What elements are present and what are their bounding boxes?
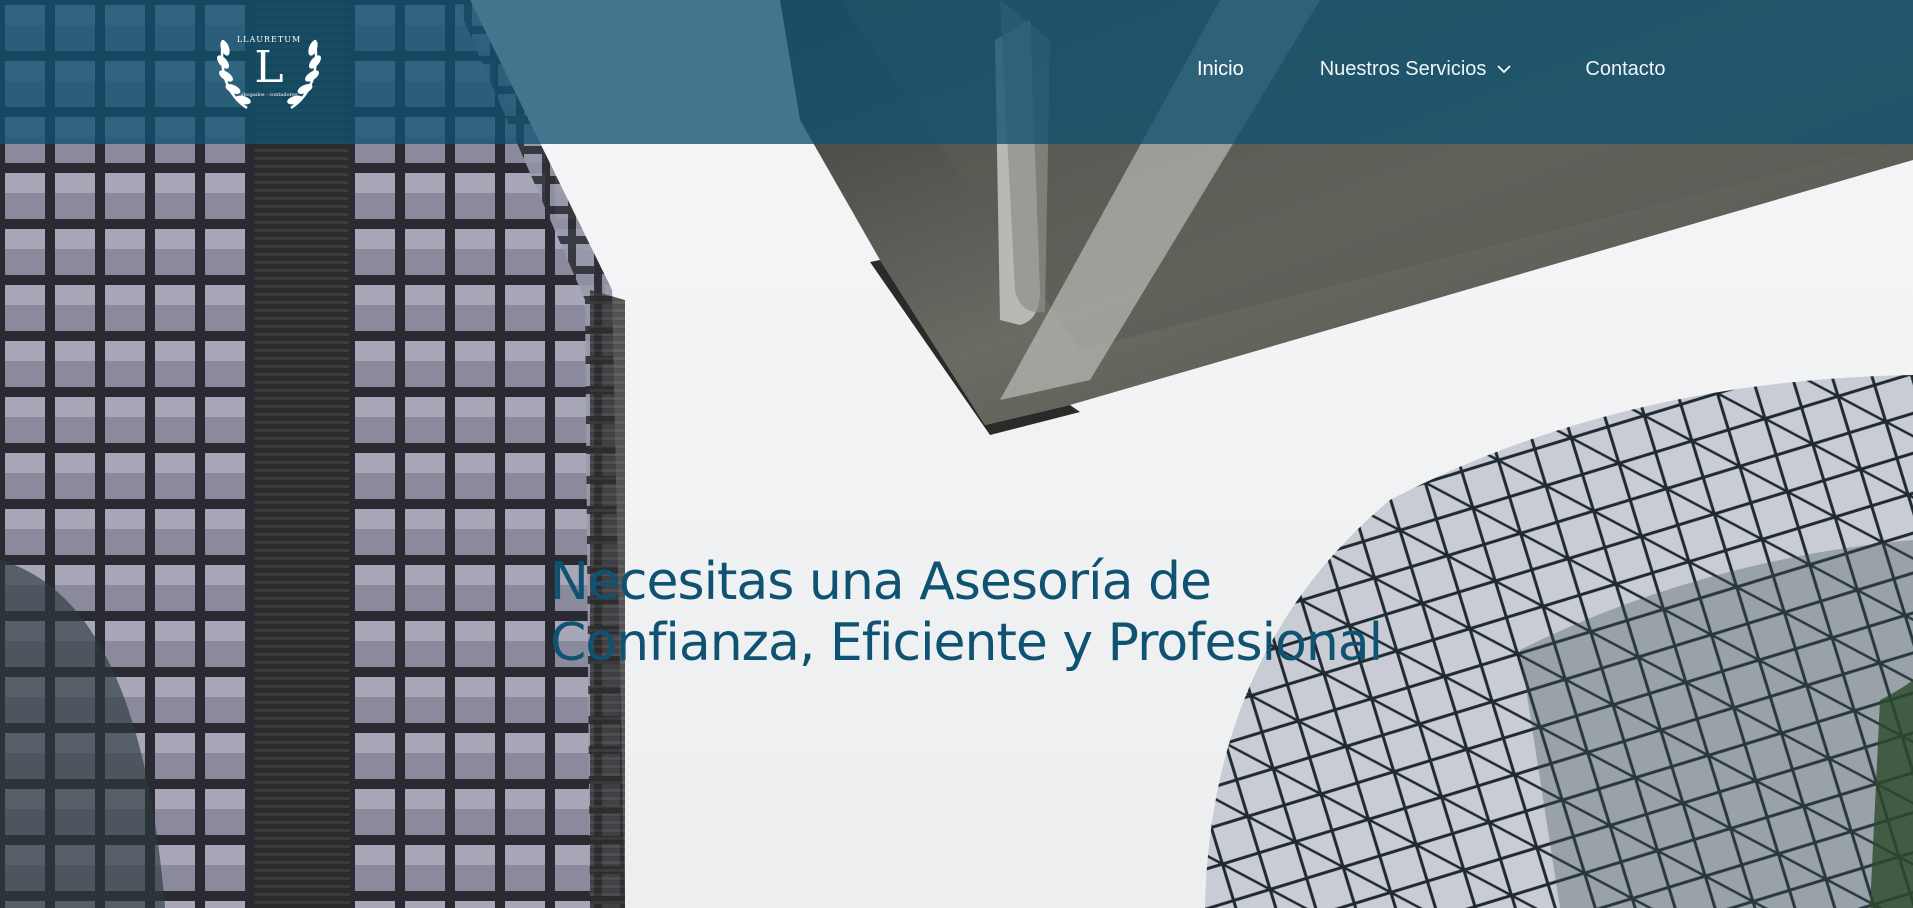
nav-contacto[interactable]: Contacto: [1585, 58, 1665, 81]
nav-nuestros-servicios[interactable]: Nuestros Servicios: [1320, 58, 1512, 81]
site-header: L LLAURETUM abogados · contadores Inicio…: [0, 0, 1913, 144]
svg-text:LLAURETUM: LLAURETUM: [237, 35, 301, 44]
nav-inicio-label: Inicio: [1197, 58, 1244, 80]
page: L LLAURETUM abogados · contadores Inicio…: [0, 0, 1913, 908]
main-nav: Inicio Nuestros Servicios Contacto: [1197, 58, 1665, 81]
nav-nuestros-servicios-label: Nuestros Servicios: [1319, 58, 1487, 80]
laurel-wreath-icon: L LLAURETUM abogados · contadores: [217, 35, 321, 110]
svg-text:abogados · contadores: abogados · contadores: [240, 92, 297, 98]
hero-title: Necesitas una Asesoría de Confianza, Efi…: [550, 552, 1383, 674]
svg-text:L: L: [254, 42, 283, 93]
hero-title-line-1: Necesitas una Asesoría de: [550, 552, 1212, 612]
logo[interactable]: L LLAURETUM abogados · contadores: [209, 18, 329, 118]
chevron-down-icon: [1497, 65, 1512, 74]
nav-contacto-label: Contacto: [1585, 58, 1666, 80]
nav-inicio[interactable]: Inicio: [1197, 58, 1244, 81]
hero-title-line-2: Confianza, Eficiente y Profesional: [550, 613, 1383, 673]
